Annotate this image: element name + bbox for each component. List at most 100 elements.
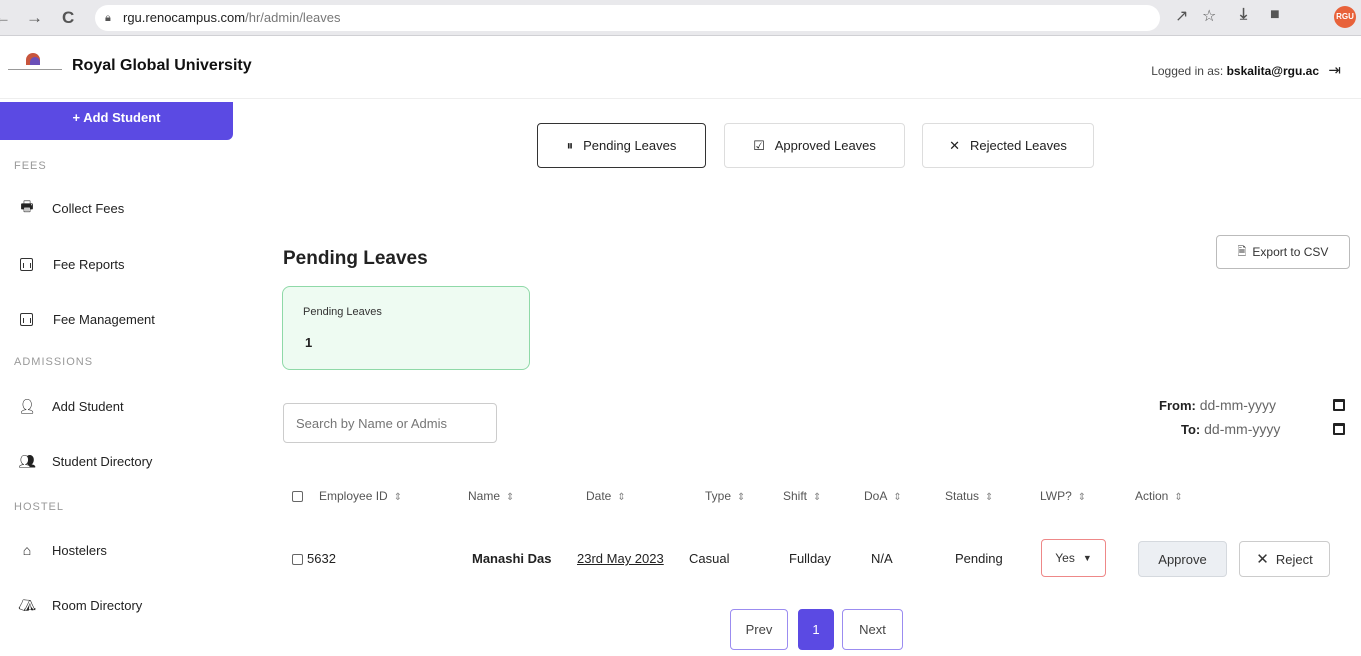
share-icon[interactable]: ↗: [1175, 6, 1188, 26]
url-host: rgu.renocampus.com: [123, 10, 246, 25]
section-hostel: HOSTEL: [14, 501, 65, 513]
row-checkbox[interactable]: [292, 554, 303, 565]
brand-name: Royal Global University: [72, 57, 252, 74]
url-path: /hr/admin/leaves: [245, 10, 341, 25]
sort-icon: ⇕: [813, 492, 822, 503]
sort-icon: ⇕: [737, 492, 746, 503]
approve-button[interactable]: Approve: [1138, 541, 1227, 577]
file-icon: 🗎︎: [1237, 245, 1247, 258]
tab-rejected-leaves[interactable]: ✕ Rejected Leaves: [922, 123, 1094, 168]
sidebar-item-room-directory[interactable]: ⛺︎ Room Directory: [16, 593, 142, 617]
sidebar-item-add-student[interactable]: 👤︎ Add Student: [16, 394, 123, 418]
sidebar-item-label: Room Directory: [52, 597, 143, 613]
column-header-doa[interactable]: DoA ⇕: [864, 489, 902, 503]
chart-icon: [20, 312, 33, 326]
cell-name: Manashi Das: [472, 551, 552, 566]
sort-icon: ⇕: [1077, 492, 1087, 503]
sidebar: + Add Student FEES 🖶︎ Collect Fees Fee R…: [0, 100, 233, 656]
calendar-icon[interactable]: [1333, 399, 1345, 411]
reject-button[interactable]: ✕ Reject: [1239, 541, 1330, 577]
profile-avatar[interactable]: RGU: [1334, 6, 1356, 28]
export-label: Export to CSV: [1252, 245, 1329, 259]
cell-doa: N/A: [871, 551, 893, 566]
export-csv-button[interactable]: 🗎︎ Export to CSV: [1216, 235, 1350, 269]
column-header-name[interactable]: Name ⇕: [468, 489, 514, 503]
select-all-checkbox[interactable]: [292, 491, 303, 502]
sort-icon: ⇕: [893, 492, 902, 503]
column-header-shift[interactable]: Shift ⇕: [783, 489, 821, 503]
sidebar-item-collect-fees[interactable]: 🖶︎ Collect Fees: [16, 196, 124, 220]
sidebar-item-label: Hostelers: [52, 542, 107, 558]
forward-icon[interactable]: →: [26, 8, 43, 28]
lock-icon: 🔒︎: [105, 12, 111, 24]
stat-label: Pending Leaves: [303, 306, 382, 318]
sidebar-item-fee-reports[interactable]: Fee Reports: [16, 252, 125, 276]
reject-label: Reject: [1275, 551, 1313, 567]
tab-label: Rejected Leaves: [970, 138, 1067, 153]
cell-date[interactable]: 23rd May 2023: [577, 551, 664, 566]
sort-icon: ⇕: [1174, 492, 1183, 503]
x-icon: ✕: [1256, 551, 1269, 568]
download-icon[interactable]: ⤓: [1240, 6, 1247, 24]
chart-icon: [20, 257, 33, 271]
address-bar[interactable]: 🔒︎ rgu.renocampus.com/hr/admin/leaves: [95, 5, 1160, 31]
user-plus-icon: 👤︎: [18, 397, 36, 414]
column-header-action[interactable]: Action ⇕: [1135, 489, 1183, 503]
search-input[interactable]: [283, 403, 497, 443]
cell-type: Casual: [689, 551, 730, 566]
to-label: To:: [1181, 422, 1201, 437]
section-fees: FEES: [14, 160, 47, 172]
cell-employee-id: 5632: [307, 551, 336, 566]
column-header-status[interactable]: Status ⇕: [945, 489, 993, 503]
stat-value: 1: [305, 335, 313, 350]
sort-icon: ⇕: [617, 492, 626, 503]
cash-register-icon: 🖶︎: [20, 198, 34, 214]
logged-in-text: Logged in as: bskalita@rgu.ac: [1151, 64, 1319, 78]
sidebar-item-label: Fee Management: [53, 311, 155, 327]
home-icon: ⌂: [22, 542, 32, 558]
app-header: Royal Global University Logged in as: bs…: [0, 37, 1361, 99]
users-icon: 👥︎: [18, 452, 36, 469]
column-header-date[interactable]: Date ⇕: [586, 489, 626, 503]
from-label: From:: [1159, 398, 1196, 413]
user-email: bskalita@rgu.ac: [1226, 64, 1319, 78]
lwp-select[interactable]: Yes ▼: [1041, 539, 1106, 577]
pending-leaves-card: Pending Leaves 1: [282, 286, 530, 370]
sidebar-item-hostelers[interactable]: ⌂ Hostelers: [16, 538, 107, 562]
tab-pending-leaves[interactable]: ⏸︎ Pending Leaves: [537, 123, 706, 168]
pause-circle-icon: ⏸︎: [566, 137, 574, 153]
column-header-type[interactable]: Type ⇕: [705, 489, 745, 503]
reload-icon[interactable]: C: [62, 8, 74, 28]
sort-icon: ⇕: [985, 492, 994, 503]
tab-approved-leaves[interactable]: ☑ Approved Leaves: [724, 123, 905, 168]
column-header-lwp[interactable]: LWP? ⇕: [1040, 489, 1086, 503]
next-page-button[interactable]: Next: [842, 609, 903, 650]
logout-icon[interactable]: ⇥: [1328, 61, 1341, 79]
back-icon[interactable]: ←: [0, 8, 11, 28]
lwp-value: Yes: [1055, 551, 1075, 565]
sidebar-item-student-directory[interactable]: 👥︎ Student Directory: [16, 449, 152, 473]
cell-shift: Fullday: [789, 551, 831, 566]
sidebar-item-fee-management[interactable]: Fee Management: [16, 307, 155, 331]
sidebar-item-label: Collect Fees: [52, 200, 125, 216]
add-student-button[interactable]: + Add Student: [0, 102, 233, 140]
sort-icon: ⇕: [393, 492, 403, 503]
column-header-employee-id[interactable]: Employee ID ⇕: [319, 489, 402, 503]
chevron-down-icon: ▼: [1082, 553, 1092, 563]
prev-page-button[interactable]: Prev: [730, 609, 788, 650]
window-icon[interactable]: ■: [1270, 6, 1280, 24]
sidebar-item-label: Fee Reports: [53, 256, 125, 272]
page-1-button[interactable]: 1: [798, 609, 834, 650]
from-date-field[interactable]: From: dd-mm-yyyy: [1159, 397, 1276, 413]
x-icon: ✕: [949, 137, 961, 153]
calendar-icon[interactable]: [1333, 423, 1345, 435]
logged-in-prefix: Logged in as:: [1151, 64, 1224, 78]
to-date-value: dd-mm-yyyy: [1204, 421, 1281, 437]
star-icon[interactable]: ☆: [1202, 6, 1216, 26]
section-admissions: ADMISSIONS: [14, 356, 94, 368]
university-logo: [8, 53, 62, 83]
to-date-field[interactable]: To: dd-mm-yyyy: [1181, 421, 1280, 437]
check-square-icon: ☑: [753, 137, 765, 153]
sort-icon: ⇕: [506, 492, 515, 503]
building-icon: ⛺︎: [18, 596, 36, 613]
